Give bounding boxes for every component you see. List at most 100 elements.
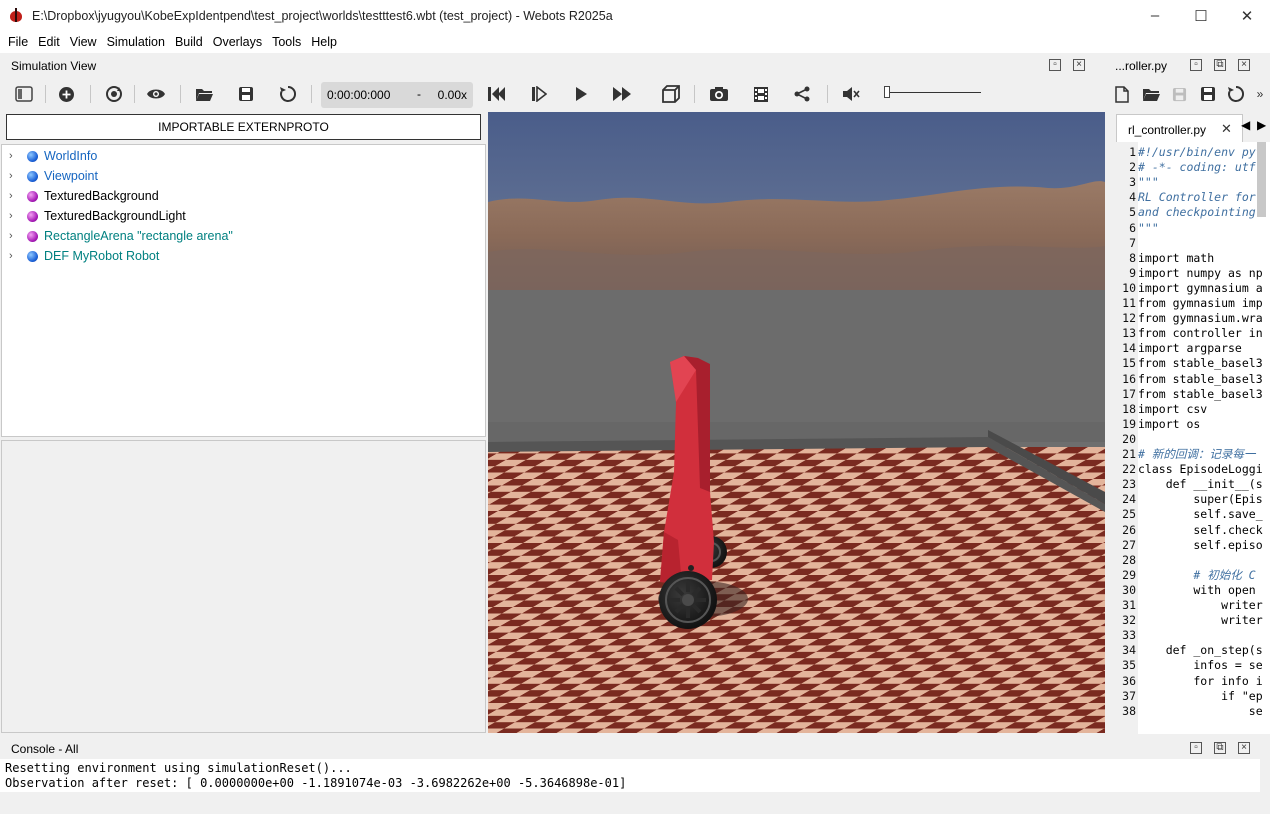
maximize-console-icon[interactable]: ⧉ [1214,742,1226,754]
tab-scroll-left-icon[interactable]: ◀ [1241,118,1250,132]
open-file-icon[interactable] [1139,83,1163,105]
tree-node-rectanglearena[interactable]: › RectangleArena "rectangle arena" [2,226,233,246]
code-line: 11 from gymnasium imp [1109,296,1270,311]
window-title: E:\Dropbox\jyugyou\KobeExpIdentpend\test… [32,8,613,23]
menu-tools[interactable]: Tools [267,35,306,49]
expand-chevron-icon[interactable]: › [9,210,21,222]
mute-icon[interactable] [839,83,863,105]
code-line: 30 with open [1109,583,1270,598]
console-output[interactable]: Resetting environment using simulationRe… [0,759,1260,792]
close-editor-icon[interactable]: × [1238,59,1250,71]
code-text: RL Controller for [1138,190,1256,205]
code-line: 37 if "ep [1109,689,1270,704]
volume-slider-track[interactable] [884,92,981,93]
reset-icon[interactable] [276,83,300,105]
menu-build[interactable]: Build [170,35,208,49]
code-line: 34 def _on_step(s [1109,643,1270,658]
tab-rl-controller[interactable]: rl_controller.py ✕ [1116,114,1243,142]
code-text: #!/usr/bin/env pyt [1138,145,1263,159]
line-number: 21 [1122,447,1136,461]
line-number: 22 [1122,462,1136,477]
node-sphere-icon [27,150,38,162]
line-number: 9 [1129,265,1136,280]
code-text: """ [1138,220,1159,235]
tab-scroll-right-icon[interactable]: ▶ [1257,118,1266,132]
view-icon[interactable] [144,83,168,105]
revert-icon[interactable] [1224,83,1248,105]
line-number: 28 [1122,552,1136,567]
code-line: 8 import math [1109,251,1270,266]
expand-chevron-icon[interactable]: › [9,250,21,262]
fast-forward-icon[interactable] [610,83,634,105]
maximize-editor-icon[interactable]: ⧉ [1214,59,1226,71]
code-text: se [1138,703,1263,718]
code-line: 7 [1109,236,1270,251]
tree-node-label: Viewpoint [44,169,98,183]
step-back-icon[interactable] [484,83,508,105]
save-as-icon[interactable] [1196,83,1220,105]
add-node-icon[interactable] [54,83,78,105]
expand-chevron-icon[interactable]: › [9,150,21,162]
line-number: 1 [1129,145,1136,159]
line-number: 15 [1122,356,1136,371]
line-number: 25 [1122,507,1136,522]
float-panel-icon[interactable]: ▫ [1049,59,1061,71]
code-line: 6 """ [1109,221,1270,236]
more-tools-icon[interactable]: » [1248,83,1270,105]
tab-label: rl_controller.py [1128,123,1207,137]
menu-help[interactable]: Help [306,35,342,49]
close-console-icon[interactable]: × [1238,742,1250,754]
float-editor-icon[interactable]: ▫ [1190,59,1202,71]
menu-file[interactable]: File [3,35,33,49]
line-number: 18 [1122,401,1136,416]
tree-node-myrobot[interactable]: › DEF MyRobot Robot [2,246,159,266]
maximize-button[interactable]: ☐ [1178,0,1224,31]
expand-chevron-icon[interactable]: › [9,170,21,182]
tree-node-viewpoint[interactable]: › Viewpoint [2,166,98,186]
film-icon[interactable] [749,83,773,105]
3d-view[interactable] [488,112,1105,733]
play-icon[interactable] [569,83,593,105]
editor-scrollbar[interactable] [1257,142,1266,217]
menu-simulation[interactable]: Simulation [102,35,170,49]
menu-edit[interactable]: Edit [33,35,65,49]
expand-chevron-icon[interactable]: › [9,230,21,242]
save-file-icon[interactable] [1167,83,1191,105]
console-line: Observation after reset: [ 0.0000000e+00… [5,776,627,790]
camera-icon[interactable] [707,83,731,105]
tree-node-texturedbackground[interactable]: › TexturedBackground [2,186,159,206]
tree-node-texturedbackgroundlight[interactable]: › TexturedBackgroundLight [2,206,186,226]
editor-header-label: ...roller.py [1115,59,1168,73]
tree-node-worldinfo[interactable]: › WorldInfo [2,146,97,166]
line-number: 32 [1122,613,1136,628]
toggle-panel-icon[interactable] [12,83,36,105]
volume-slider-handle[interactable] [884,86,890,98]
line-number: 7 [1129,235,1136,250]
close-panel-icon[interactable]: × [1073,59,1085,71]
tab-close-icon[interactable]: ✕ [1221,121,1232,137]
close-button[interactable]: ✕ [1224,0,1270,31]
float-console-icon[interactable]: ▫ [1190,742,1202,754]
line-number: 31 [1122,598,1136,612]
importable-externproto-button[interactable]: IMPORTABLE EXTERNPROTO [6,114,481,140]
code-text: import numpy as np [1138,265,1263,280]
simulation-view-label: Simulation View [11,59,97,73]
minimize-button[interactable]: – [1132,0,1178,31]
open-world-icon[interactable] [192,83,216,105]
save-world-icon[interactable] [234,83,258,105]
code-line: 33 [1109,628,1270,643]
step-icon[interactable] [527,83,551,105]
line-number: 17 [1122,386,1136,401]
menu-overlays[interactable]: Overlays [208,35,267,49]
code-text: class EpisodeLoggi [1138,462,1263,477]
reload-world-icon[interactable] [102,83,126,105]
box-view-icon[interactable] [659,83,683,105]
expand-chevron-icon[interactable]: › [9,190,21,202]
code-text: from controller in [1138,326,1263,341]
share-icon[interactable] [790,83,814,105]
code-area[interactable]: 1 #!/usr/bin/env pyt 2 # -*- coding: utf- 3 "… [1109,142,1270,734]
code-line: 20 [1109,432,1270,447]
menu-view[interactable]: View [65,35,102,49]
code-line: 16 from stable_basel3 [1109,372,1270,387]
new-file-icon[interactable] [1110,83,1134,105]
